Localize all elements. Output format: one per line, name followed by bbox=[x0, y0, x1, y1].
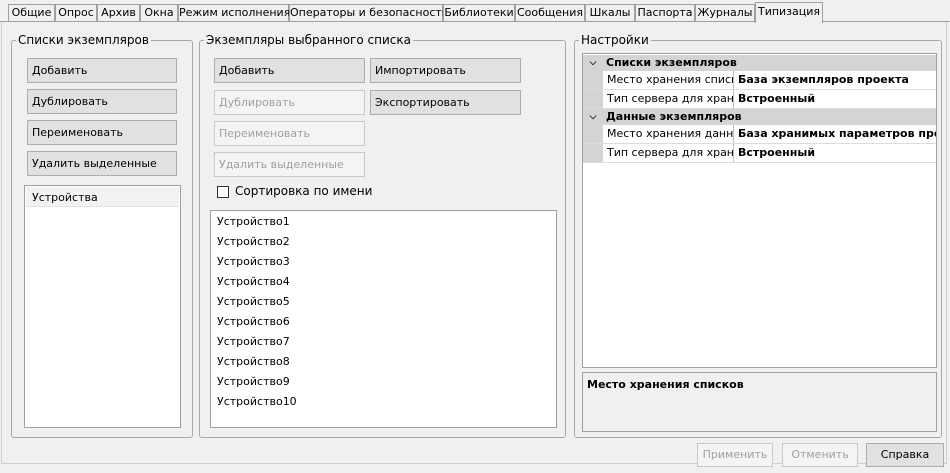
property-name: Место хранения списков bbox=[603, 71, 734, 89]
tab-libraries[interactable]: Библиотеки bbox=[443, 4, 515, 22]
property-value[interactable]: Встроенный bbox=[735, 144, 936, 162]
category-label: Списки экземпляров bbox=[606, 56, 737, 69]
instances-duplicate-button[interactable]: Дублировать bbox=[214, 90, 365, 115]
list-item[interactable]: Устройство9 bbox=[217, 375, 290, 389]
settings-title: Настройки bbox=[579, 33, 651, 47]
property-row[interactable]: Место хранения списков База экземпляров … bbox=[583, 71, 936, 90]
property-name: Место хранения данных bbox=[603, 125, 734, 143]
list-item[interactable]: Устройство8 bbox=[217, 355, 290, 369]
instance-lists-group: Списки экземпляров Добавить Дублировать … bbox=[11, 33, 193, 438]
list-item[interactable]: Устройство7 bbox=[217, 335, 290, 349]
category-label: Данные экземпляров bbox=[606, 110, 742, 123]
cancel-button[interactable]: Отменить bbox=[782, 443, 858, 467]
chevron-down-icon[interactable]: ⌵ bbox=[587, 109, 599, 125]
instances-rename-button[interactable]: Переименовать bbox=[214, 121, 365, 146]
instance-lists-title: Списки экземпляров bbox=[16, 33, 151, 47]
tab-archive[interactable]: Архив bbox=[97, 4, 140, 22]
instances-delete-button[interactable]: Удалить выделенные bbox=[214, 152, 365, 177]
property-name: Тип сервера для хранения bbox=[603, 90, 734, 108]
list-item[interactable]: Устройство6 bbox=[217, 315, 290, 329]
property-description-panel: Место хранения списков bbox=[582, 372, 937, 432]
tab-windows[interactable]: Окна bbox=[140, 4, 178, 22]
lists-delete-button[interactable]: Удалить выделенные bbox=[27, 151, 177, 176]
property-value[interactable]: База хранимых параметров проекта bbox=[735, 125, 936, 143]
selected-list-instances-group: Экземпляры выбранного списка Добавить Ду… bbox=[199, 33, 566, 438]
list-item[interactable]: Устройства bbox=[26, 187, 179, 207]
settings-group: Настройки ⌵ Списки экземпляров Место хра… bbox=[574, 33, 942, 438]
tab-runtime-mode[interactable]: Режим исполнения bbox=[178, 4, 290, 22]
tab-general[interactable]: Общие bbox=[8, 4, 55, 22]
list-item-label: Устройства bbox=[32, 191, 98, 204]
apply-button[interactable]: Применить bbox=[697, 443, 773, 467]
export-button[interactable]: Экспортировать bbox=[370, 90, 521, 115]
row-gutter bbox=[583, 90, 603, 108]
property-value[interactable]: Встроенный bbox=[735, 90, 936, 108]
tab-scales[interactable]: Шкалы bbox=[585, 4, 635, 22]
tab-operators-security[interactable]: Операторы и безопасность bbox=[289, 4, 448, 22]
instances-listbox[interactable]: Устройство1 Устройство2 Устройство3 Устр… bbox=[210, 210, 557, 428]
list-item[interactable]: Устройство3 bbox=[217, 255, 290, 269]
import-button[interactable]: Импортировать bbox=[370, 58, 521, 83]
instance-lists-listbox[interactable]: Устройства bbox=[24, 185, 181, 428]
property-description-title: Место хранения списков bbox=[587, 378, 744, 391]
property-grid[interactable]: ⌵ Списки экземпляров Место хранения спис… bbox=[582, 53, 937, 368]
lists-add-button[interactable]: Добавить bbox=[27, 58, 177, 83]
lists-rename-button[interactable]: Переименовать bbox=[27, 120, 177, 145]
property-row[interactable]: Тип сервера для хранения Встроенный bbox=[583, 90, 936, 109]
tab-passports[interactable]: Паспорта bbox=[635, 4, 695, 22]
tab-messages[interactable]: Сообщения bbox=[515, 4, 585, 22]
category-instance-data[interactable]: ⌵ Данные экземпляров bbox=[583, 109, 936, 125]
help-button[interactable]: Справка bbox=[866, 443, 944, 467]
sort-by-name-label: Сортировка по имени bbox=[235, 184, 373, 198]
category-instance-lists[interactable]: ⌵ Списки экземпляров bbox=[583, 55, 936, 71]
list-item[interactable]: Устройство1 bbox=[217, 215, 290, 229]
tab-typization[interactable]: Типизация bbox=[755, 2, 823, 23]
tab-polling[interactable]: Опрос bbox=[55, 4, 97, 22]
instances-add-button[interactable]: Добавить bbox=[214, 58, 365, 83]
list-item[interactable]: Устройство4 bbox=[217, 275, 290, 289]
tab-journals[interactable]: Журналы bbox=[695, 4, 755, 22]
row-gutter bbox=[583, 144, 603, 162]
lists-duplicate-button[interactable]: Дублировать bbox=[27, 89, 177, 114]
tab-bar: Общие Опрос Архив Окна Режим исполнения … bbox=[0, 0, 950, 23]
chevron-down-icon[interactable]: ⌵ bbox=[587, 55, 599, 71]
row-gutter bbox=[583, 125, 603, 143]
property-name: Тип сервера для хранения bbox=[603, 144, 734, 162]
list-item[interactable]: Устройство5 bbox=[217, 295, 290, 309]
property-row[interactable]: Место хранения данных База хранимых пара… bbox=[583, 125, 936, 144]
property-row[interactable]: Тип сервера для хранения Встроенный bbox=[583, 144, 936, 163]
list-item[interactable]: Устройство10 bbox=[217, 395, 297, 409]
row-gutter bbox=[583, 71, 603, 89]
sort-by-name-checkbox[interactable] bbox=[217, 186, 229, 198]
selected-list-instances-title: Экземпляры выбранного списка bbox=[204, 33, 413, 47]
property-value[interactable]: База экземпляров проекта bbox=[735, 71, 936, 89]
list-item[interactable]: Устройство2 bbox=[217, 235, 290, 249]
